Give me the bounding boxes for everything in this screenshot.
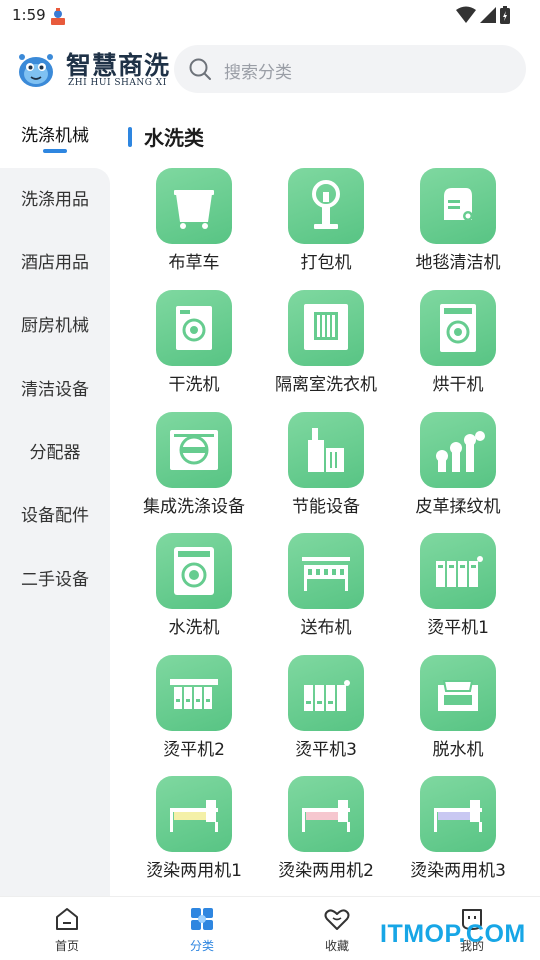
extractor-icon [420,655,496,731]
logo-subtitle: ZHI HUI SHANG XI [68,78,167,88]
product-label: 烫平机3 [295,740,357,760]
nav-favorites-label: 收藏 [324,939,349,953]
category-title-marker [128,127,132,147]
sidebar-item-hotel-supplies[interactable]: 酒店用品 [0,248,110,273]
product-label: 烘干机 [432,375,484,395]
watermark: ITMOP.COM [380,920,526,948]
product-label: 打包机 [300,253,352,273]
category-sidebar: 洗涤机械 洗涤用品 酒店用品 厨房机械 清洁设备 分配器 设备配件 二手设备 [0,104,110,896]
energy-saving-icon [288,412,364,488]
leather-machine-icon [420,412,496,488]
product-tile[interactable]: 脱水机 [392,655,524,765]
dryer-icon [420,290,496,366]
product-label: 烫染两用机2 [278,861,374,881]
search-placeholder: 搜索分类 [224,63,292,83]
sidebar-item-cleaning-equipment[interactable]: 清洁设备 [0,375,110,400]
product-tile[interactable]: 打包机 [260,168,392,278]
category-icon [191,908,213,930]
linen-cart-icon [156,168,232,244]
nav-home[interactable]: 首页 [37,905,97,957]
product-label: 水洗机 [168,618,220,638]
product-tile[interactable]: 节能设备 [260,412,392,522]
product-label: 烫平机1 [427,618,489,638]
signal-icon [480,7,496,23]
product-tile[interactable]: 烫平机3 [260,655,392,765]
product-tile[interactable]: 隔离室洗衣机 [260,290,392,400]
status-bar: 1:59 [0,0,540,32]
iron-dye-machine-icon [288,776,364,852]
cloth-feeder-icon [288,533,364,609]
integrated-washing-icon [156,412,232,488]
product-tile[interactable]: 布草车 [128,168,260,278]
product-label: 烫平机2 [163,740,225,760]
product-tile[interactable]: 地毯清洁机 [392,168,524,278]
dry-cleaning-machine-icon [156,290,232,366]
sidebar-item-dispenser[interactable]: 分配器 [0,438,110,463]
product-tile[interactable]: 烫平机2 [128,655,260,765]
barrier-washer-icon [288,290,364,366]
iron-dye-machine-icon [156,776,232,852]
battery-icon [500,6,510,24]
ironer-icon [288,655,364,731]
packing-machine-icon [288,168,364,244]
product-label: 集成洗涤设备 [143,497,245,517]
status-time: 1:59 [12,6,46,24]
sidebar-item-parts[interactable]: 设备配件 [0,501,110,526]
sidebar-item-used-equipment[interactable]: 二手设备 [0,565,110,590]
washing-machine-icon [156,533,232,609]
app-notification-icon [51,8,65,25]
sidebar-active-indicator [43,149,67,153]
product-label: 脱水机 [432,740,484,760]
mascot-logo-icon [19,54,53,87]
home-icon [56,908,78,930]
sidebar-bg [0,168,110,896]
product-tile[interactable]: 皮革揉纹机 [392,412,524,522]
search-bar[interactable]: 搜索分类 [174,45,526,93]
product-tile[interactable]: 烫染两用机1 [128,776,260,886]
product-tile[interactable]: 烫平机1 [392,533,524,643]
product-label: 烫染两用机3 [410,861,506,881]
product-label: 烫染两用机1 [146,861,242,881]
product-tile[interactable]: 烫染两用机2 [260,776,392,886]
nav-category[interactable]: 分类 [172,905,232,957]
product-tile[interactable]: 烘干机 [392,290,524,400]
wifi-icon [456,6,476,23]
product-label: 节能设备 [292,497,360,517]
carpet-cleaner-icon [420,168,496,244]
ironer-icon [156,655,232,731]
nav-favorites[interactable]: 收藏 [307,905,367,957]
status-icons [456,6,510,24]
product-label: 干洗机 [168,375,220,395]
heart-icon [324,909,350,930]
product-tile[interactable]: 水洗机 [128,533,260,643]
category-title: 水洗类 [144,126,204,150]
sidebar-item-washing-machinery[interactable]: 洗涤机械 [0,121,110,146]
product-tile[interactable]: 集成洗涤设备 [128,412,260,522]
logo-title: 智慧商洗 [66,51,171,80]
product-tile[interactable]: 烫染两用机3 [392,776,524,886]
ironer-icon [420,533,496,609]
product-label: 送布机 [300,618,352,638]
sidebar-item-washing-supplies[interactable]: 洗涤用品 [0,185,110,210]
product-tile[interactable]: 送布机 [260,533,392,643]
search-icon [189,58,211,80]
product-label: 布草车 [168,253,220,273]
app-header: 智慧商洗 ZHI HUI SHANG XI 搜索分类 [0,40,540,100]
iron-dye-machine-icon [420,776,496,852]
product-tile[interactable]: 干洗机 [128,290,260,400]
product-label: 皮革揉纹机 [415,497,501,517]
product-label: 隔离室洗衣机 [275,375,377,395]
product-label: 地毯清洁机 [415,253,501,273]
nav-category-label: 分类 [189,939,214,953]
sidebar-item-kitchen-machinery[interactable]: 厨房机械 [0,311,110,336]
nav-home-label: 首页 [54,939,79,953]
